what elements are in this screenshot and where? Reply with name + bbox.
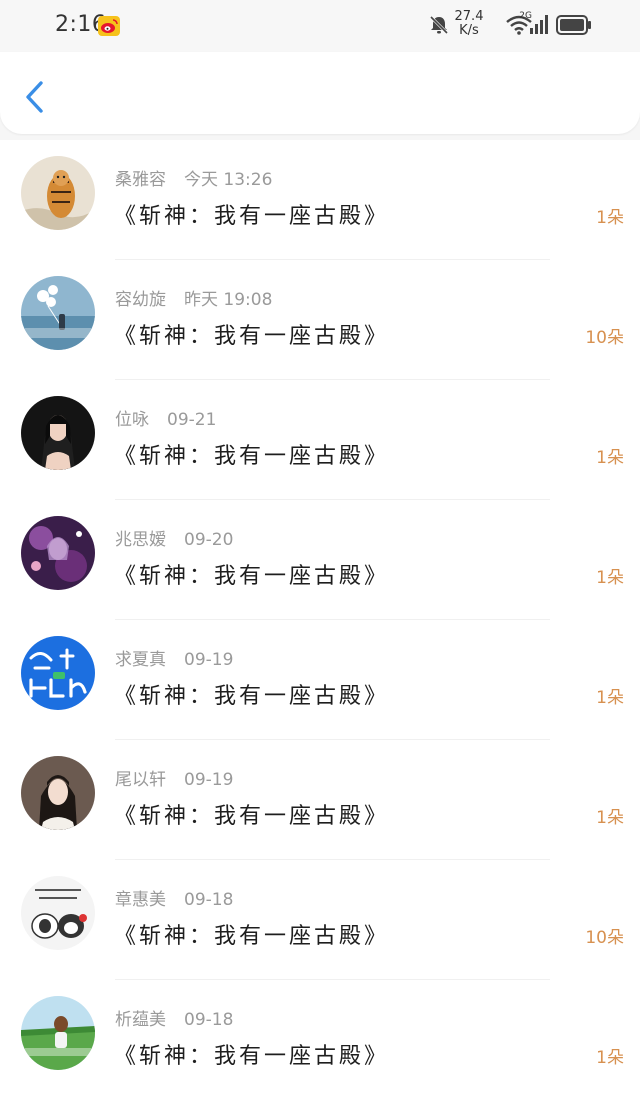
- signal-icon: [530, 15, 548, 34]
- record-time: 09-19: [184, 770, 234, 790]
- list-item[interactable]: 尾以轩 09-19 《斩神：我有一座古殿》 1朵: [0, 740, 640, 860]
- net-speed: 27.4 K/s: [452, 10, 486, 38]
- net-speed-value: 27.4: [454, 9, 484, 24]
- record-meta: 位咏 09-21: [115, 405, 216, 430]
- header: [0, 52, 640, 134]
- list-item[interactable]: 求夏真 09-19 《斩神：我有一座古殿》 1朵: [0, 620, 640, 740]
- status-bar: 2:16 27.4 K/s 2G: [0, 0, 640, 52]
- gift-count: 1朵: [596, 688, 624, 708]
- sender-name: 容幼旋: [115, 290, 166, 310]
- record-meta: 章惠美 09-18: [115, 885, 233, 910]
- record-meta: 兆思嫒 09-20: [115, 525, 233, 550]
- chevron-left-icon[interactable]: [22, 80, 48, 114]
- gift-count: 10朵: [585, 328, 624, 348]
- avatar[interactable]: [21, 156, 95, 230]
- book-title: 《斩神：我有一座古殿》: [114, 1044, 390, 1069]
- sender-name: 兆思嫒: [115, 530, 166, 550]
- book-title: 《斩神：我有一座古殿》: [114, 324, 390, 349]
- list-item[interactable]: 位咏 09-21 《斩神：我有一座古殿》 1朵: [0, 380, 640, 500]
- list-item[interactable]: 兆思嫒 09-20 《斩神：我有一座古殿》 1朵: [0, 500, 640, 620]
- net-speed-unit: K/s: [459, 23, 479, 38]
- avatar[interactable]: [21, 516, 95, 590]
- record-time: 昨天 19:08: [184, 290, 273, 310]
- list-item[interactable]: 析蕴美 09-18 《斩神：我有一座古殿》 1朵: [0, 980, 640, 1100]
- gift-count: 1朵: [596, 568, 624, 588]
- gift-count: 1朵: [596, 1048, 624, 1068]
- record-meta: 求夏真 09-19: [115, 645, 233, 670]
- book-title: 《斩神：我有一座古殿》: [114, 444, 390, 469]
- avatar[interactable]: [21, 996, 95, 1070]
- sender-name: 桑雅容: [115, 170, 166, 190]
- record-meta: 桑雅容 今天 13:26: [115, 165, 272, 190]
- gift-count: 1朵: [596, 208, 624, 228]
- battery-icon: [556, 15, 591, 35]
- sender-name: 位咏: [115, 410, 149, 430]
- book-title: 《斩神：我有一座古殿》: [114, 564, 390, 589]
- sender-name: 章惠美: [115, 890, 166, 910]
- book-title: 《斩神：我有一座古殿》: [114, 804, 390, 829]
- gift-count: 1朵: [596, 448, 624, 468]
- sender-name: 析蕴美: [115, 1010, 166, 1030]
- avatar[interactable]: [21, 396, 95, 470]
- record-meta: 析蕴美 09-18: [115, 1005, 233, 1030]
- record-time: 09-19: [184, 650, 234, 670]
- record-time: 09-20: [184, 530, 234, 550]
- list-item[interactable]: 章惠美 09-18 《斩神：我有一座古殿》 10朵: [0, 860, 640, 980]
- bell-muted-icon: [429, 15, 449, 35]
- record-time: 09-18: [184, 890, 234, 910]
- avatar[interactable]: [21, 636, 95, 710]
- list-item[interactable]: 桑雅容 今天 13:26 《斩神：我有一座古殿》 1朵: [0, 140, 640, 260]
- gift-count: 1朵: [596, 808, 624, 828]
- avatar[interactable]: [21, 876, 95, 950]
- sender-name: 求夏真: [115, 650, 166, 670]
- avatar[interactable]: [21, 756, 95, 830]
- record-meta: 尾以轩 09-19: [115, 765, 233, 790]
- sender-name: 尾以轩: [115, 770, 166, 790]
- gift-count: 10朵: [585, 928, 624, 948]
- list-item[interactable]: 容幼旋 昨天 19:08 《斩神：我有一座古殿》 10朵: [0, 260, 640, 380]
- record-time: 今天 13:26: [184, 170, 273, 190]
- record-meta: 容幼旋 昨天 19:08: [115, 285, 272, 310]
- record-time: 09-21: [167, 410, 217, 430]
- record-time: 09-18: [184, 1010, 234, 1030]
- weibo-icon: [98, 16, 120, 36]
- avatar[interactable]: [21, 276, 95, 350]
- book-title: 《斩神：我有一座古殿》: [114, 684, 390, 709]
- gift-record-list: 桑雅容 今天 13:26 《斩神：我有一座古殿》 1朵 容幼旋 昨天 19:08 《…: [0, 140, 640, 1103]
- book-title: 《斩神：我有一座古殿》: [114, 204, 390, 229]
- book-title: 《斩神：我有一座古殿》: [114, 924, 390, 949]
